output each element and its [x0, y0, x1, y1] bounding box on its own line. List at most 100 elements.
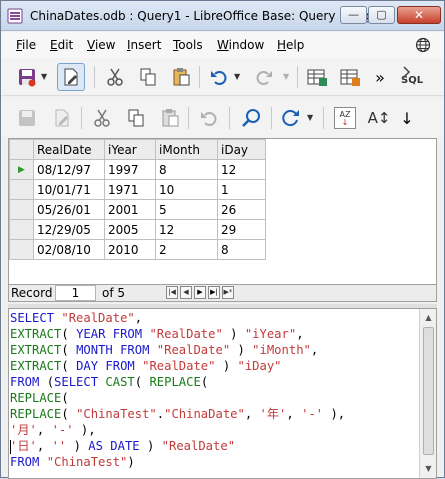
cell-iday[interactable]: 8	[217, 239, 266, 260]
undo-dropdown-arrow[interactable]: ▼	[234, 72, 240, 81]
menu-help[interactable]: Help	[277, 38, 304, 52]
column-header-realdate[interactable]: RealDate	[33, 139, 105, 160]
menu-edit[interactable]: Edit	[50, 38, 73, 52]
menu-file[interactable]: File	[16, 38, 36, 52]
menu-tools[interactable]: Tools	[173, 38, 203, 52]
paste-button[interactable]	[167, 63, 195, 91]
cell-realdate[interactable]: 10/01/71	[33, 179, 105, 200]
run-query-button[interactable]	[303, 63, 331, 91]
scroll-down-arrow-icon[interactable]: ▼	[423, 463, 434, 474]
cell-iyear[interactable]: 2001	[104, 199, 156, 220]
cell-realdate[interactable]: 05/26/01	[33, 199, 105, 220]
refresh-button[interactable]	[277, 104, 305, 132]
undo-button[interactable]	[205, 63, 233, 91]
sql-view-button[interactable]: SQL	[397, 63, 427, 91]
first-record-button[interactable]: |◀	[166, 286, 178, 299]
sort-ascending-button[interactable]: AZ ↓	[331, 104, 359, 132]
sql-text[interactable]: SELECT "RealDate", EXTRACT( YEAR FROM "Re…	[10, 310, 345, 470]
sort-direction-button[interactable]: ↓	[393, 104, 421, 132]
cell-iday[interactable]: 12	[217, 159, 266, 180]
sql-token: ,	[296, 327, 304, 341]
minimize-button[interactable]: —	[340, 6, 367, 24]
cell-iyear[interactable]: 2005	[104, 219, 156, 240]
row-header[interactable]	[9, 239, 34, 260]
sql-token: DAY FROM	[76, 359, 143, 373]
sql-token: (	[61, 359, 77, 373]
sql-line: '月', '-' ),	[10, 422, 345, 438]
cell-realdate[interactable]: 12/29/05	[33, 219, 105, 240]
next-record-button[interactable]: ▶	[194, 286, 206, 299]
cell-imonth[interactable]: 8	[155, 159, 218, 180]
cell-imonth[interactable]: 2	[155, 239, 218, 260]
copy-button-2[interactable]	[122, 104, 150, 132]
copy-button[interactable]	[134, 63, 162, 91]
save-disabled-icon	[19, 110, 35, 126]
clear-query-icon	[340, 69, 360, 86]
undo-button-2[interactable]	[195, 104, 223, 132]
save-dropdown-arrow[interactable]: ▼	[41, 72, 47, 81]
text-cursor	[10, 440, 11, 454]
cell-iday[interactable]: 26	[217, 199, 266, 220]
column-header-iyear[interactable]: iYear	[104, 139, 156, 160]
row-header[interactable]	[9, 199, 34, 220]
find-button[interactable]	[237, 104, 265, 132]
table-row[interactable]: 12/29/05 2005 12 29	[9, 219, 266, 240]
sort-descending-button[interactable]: A↕	[365, 104, 393, 132]
cell-iyear[interactable]: 1971	[104, 179, 156, 200]
standard-toolbar: ▼ ▼ ▼ » SQL	[1, 58, 444, 96]
new-record-button[interactable]: ▶*	[222, 286, 234, 299]
column-header-iday[interactable]: iDay	[217, 139, 266, 160]
sql-token: ''	[51, 439, 67, 453]
cell-realdate[interactable]: 02/08/10	[33, 239, 105, 260]
save-record-button[interactable]	[13, 104, 41, 132]
record-number-field[interactable]: 1	[55, 285, 96, 301]
clear-query-button[interactable]	[336, 63, 364, 91]
edit-mode-button[interactable]	[57, 63, 85, 91]
last-record-button[interactable]: ▶|	[208, 286, 220, 299]
cut-button-2[interactable]	[88, 104, 116, 132]
cell-iyear[interactable]: 1997	[104, 159, 156, 180]
menu-insert[interactable]: Insert	[127, 38, 161, 52]
scroll-up-arrow-icon[interactable]: ▲	[423, 312, 434, 323]
row-header[interactable]	[9, 219, 34, 240]
vertical-scrollbar[interactable]: ▲ ▼	[419, 309, 436, 478]
table-row[interactable]: 05/26/01 2001 5 26	[9, 199, 266, 220]
cell-imonth[interactable]: 12	[155, 219, 218, 240]
cell-imonth[interactable]: 5	[155, 199, 218, 220]
sql-line: REPLACE(	[10, 390, 345, 406]
cut-button[interactable]	[101, 63, 129, 91]
more-tools-button[interactable]: »	[366, 63, 394, 91]
refresh-dropdown-arrow[interactable]: ▼	[307, 113, 313, 122]
sql-token: (	[200, 375, 209, 389]
cell-realdate[interactable]: 08/12/97	[33, 159, 105, 180]
edit-data-button[interactable]	[48, 104, 76, 132]
save-button[interactable]	[13, 63, 41, 91]
close-button[interactable]: ✕	[397, 6, 441, 24]
cell-imonth[interactable]: 10	[155, 179, 218, 200]
table-row[interactable]: 10/01/71 1971 10 1	[9, 179, 266, 200]
globe-icon[interactable]	[415, 37, 431, 53]
menu-window[interactable]: Window	[217, 38, 264, 52]
row-header[interactable]	[9, 179, 34, 200]
sql-token: CAST	[105, 375, 135, 389]
sql-token: (	[61, 391, 69, 405]
sql-token: ,	[134, 311, 143, 325]
paste-button-2[interactable]	[156, 104, 184, 132]
sql-token: (	[134, 375, 150, 389]
sql-editor[interactable]: SELECT "RealDate", EXTRACT( YEAR FROM "Re…	[8, 308, 437, 479]
redo-dropdown-arrow[interactable]: ▼	[283, 72, 289, 81]
scrollbar-thumb[interactable]	[423, 327, 434, 455]
table-row[interactable]: 02/08/10 2010 2 8	[9, 239, 266, 260]
menu-view[interactable]: View	[87, 38, 115, 52]
column-header-imonth[interactable]: iMonth	[155, 139, 218, 160]
maximize-button[interactable]: ▢	[368, 6, 395, 24]
cell-iday[interactable]: 1	[217, 179, 266, 200]
redo-button[interactable]	[250, 63, 278, 91]
table-row[interactable]: ▶ 08/12/97 1997 8 12	[9, 159, 266, 180]
current-row-marker[interactable]: ▶	[9, 159, 34, 180]
sql-token: SELECT	[54, 375, 106, 389]
cell-iday[interactable]: 29	[217, 219, 266, 240]
previous-record-button[interactable]: ◀	[180, 286, 192, 299]
cell-iyear[interactable]: 2010	[104, 239, 156, 260]
refresh-icon	[282, 110, 299, 127]
